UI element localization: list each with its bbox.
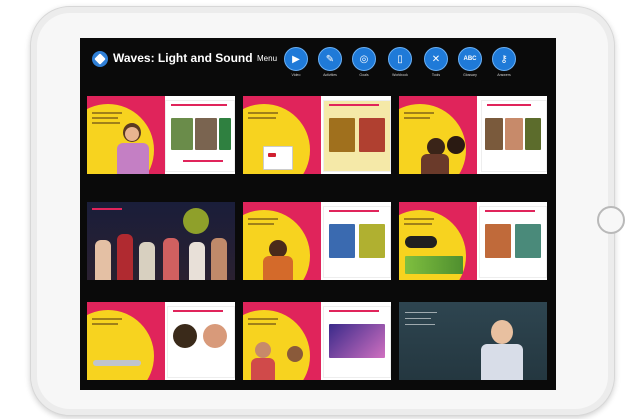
toolbar-activities-button[interactable]: ✎ Activities (313, 47, 347, 87)
app-title: Waves: Light and Sound (113, 51, 253, 65)
app-screen: Waves: Light and Sound Menu ▶ Video ✎ Ac… (80, 38, 556, 390)
slide-thumbnail[interactable] (243, 96, 391, 174)
app-logo-icon[interactable] (92, 51, 108, 67)
toolbar-label: Activities (323, 73, 337, 77)
toolbar-label: Goals (359, 73, 369, 77)
toolbar-label: Answers (497, 73, 511, 77)
tools-icon: ✕ (424, 47, 448, 71)
target-icon: ◎ (352, 47, 376, 71)
abc-icon: ABC (458, 47, 482, 71)
top-bar: Waves: Light and Sound Menu ▶ Video ✎ Ac… (80, 38, 556, 90)
toolbar-label: Tools (431, 73, 441, 77)
book-icon: ▯ (388, 47, 412, 71)
slide-thumbnail[interactable] (243, 202, 391, 280)
toolbar-workbook-button[interactable]: ▯ Workbook (383, 47, 417, 87)
toolbar-label: Workbook (392, 73, 408, 77)
toolbar-label: Glossary (463, 73, 477, 77)
toolbar-label: Video (291, 73, 301, 77)
slide-thumbnail[interactable] (399, 302, 547, 380)
toolbar-answers-button[interactable]: ⚷ Answers (487, 47, 521, 87)
slide-thumbnail[interactable] (243, 302, 391, 380)
play-icon: ▶ (284, 47, 308, 71)
slide-thumbnail[interactable] (399, 202, 547, 280)
menu-button[interactable]: Menu (257, 54, 277, 63)
slide-thumbnail[interactable] (399, 96, 547, 174)
toolbar-video-button[interactable]: ▶ Video (279, 47, 313, 87)
toolbar-glossary-button[interactable]: ABC Glossary (453, 47, 487, 87)
slide-thumbnail[interactable] (87, 302, 235, 380)
slide-thumbnail[interactable] (87, 96, 235, 174)
key-icon: ⚷ (492, 47, 516, 71)
toolbar-tools-button[interactable]: ✕ Tools (419, 47, 453, 87)
home-button[interactable] (597, 206, 625, 234)
pen-icon: ✎ (318, 47, 342, 71)
toolbar-goals-button[interactable]: ◎ Goals (347, 47, 381, 87)
slide-thumbnail[interactable] (87, 202, 235, 280)
